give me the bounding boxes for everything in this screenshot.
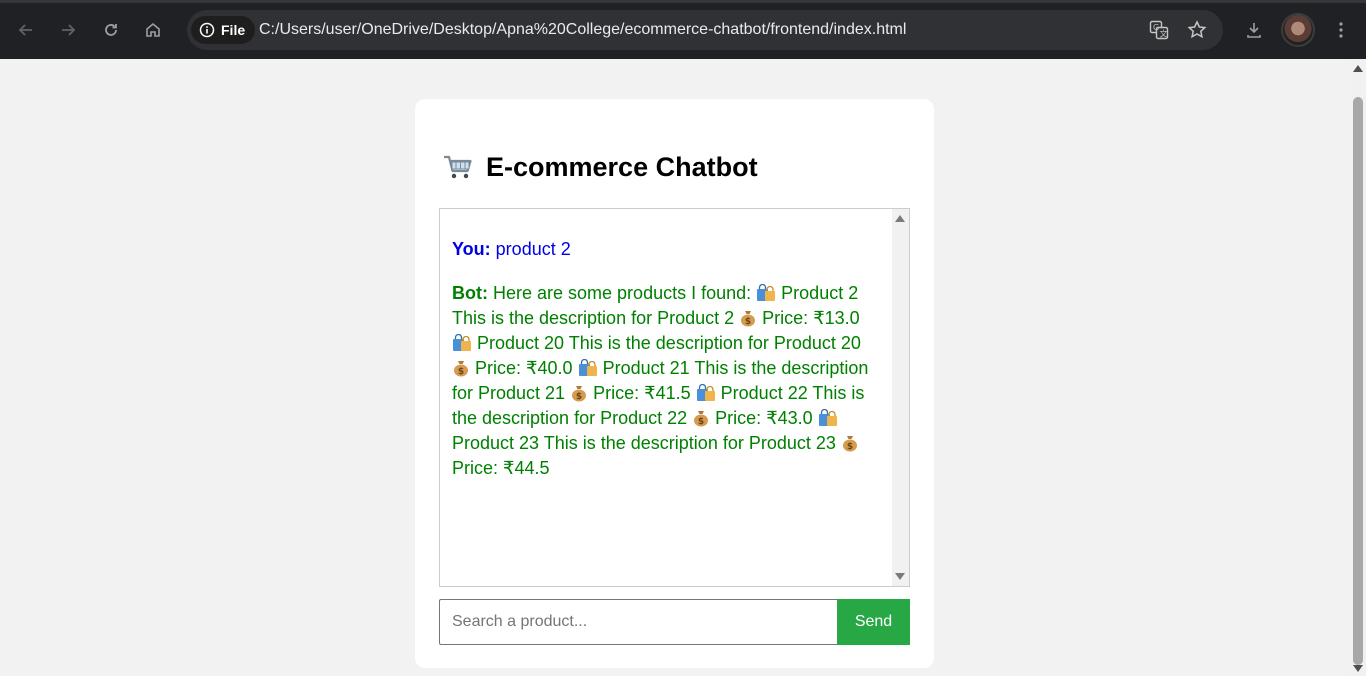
chat-messages-box[interactable]: You: product 2 Bot: Here are some produc… xyxy=(439,208,910,587)
shopping-bags-icon xyxy=(578,358,598,378)
bot-label: Bot: xyxy=(452,283,488,303)
home-button[interactable] xyxy=(141,18,165,42)
price-label: Price: xyxy=(715,408,762,428)
product-price: ₹40.0 xyxy=(526,358,573,378)
address-bar[interactable]: File C:/Users/user/OneDrive/Desktop/Apna… xyxy=(187,10,1223,50)
browser-toolbar: File C:/Users/user/OneDrive/Desktop/Apna… xyxy=(0,0,1366,59)
shopping-bags-icon xyxy=(696,383,716,403)
product-description: This is the description for Product 2 xyxy=(452,308,735,328)
product-name: Product 2 xyxy=(781,283,859,303)
product-price: ₹41.5 xyxy=(644,383,691,403)
star-icon xyxy=(1187,20,1207,39)
user-message: You: product 2 xyxy=(452,237,882,262)
chat-scroll-down-icon[interactable] xyxy=(895,573,905,580)
back-button[interactable] xyxy=(14,18,38,42)
download-icon xyxy=(1247,23,1261,38)
money-bag-icon: $ xyxy=(570,383,588,403)
product-name: Product 22 xyxy=(720,383,808,403)
scroll-down-arrow-icon[interactable] xyxy=(1353,665,1363,672)
translate-button[interactable]: G文 xyxy=(1147,18,1171,42)
product-name: Product 20 xyxy=(477,333,565,353)
scrollbar-thumb[interactable] xyxy=(1353,97,1363,665)
product-name: Product 23 xyxy=(452,433,540,453)
reload-button[interactable] xyxy=(99,18,123,42)
svg-text:G: G xyxy=(1153,23,1159,32)
svg-text:$: $ xyxy=(576,392,582,402)
info-icon xyxy=(199,22,215,38)
user-message-text: product 2 xyxy=(495,239,571,259)
price-label: Price: xyxy=(452,458,499,478)
product-name: Product 21 xyxy=(602,358,690,378)
reload-icon xyxy=(105,24,117,36)
price-label: Price: xyxy=(593,383,640,403)
shopping-bags-icon xyxy=(756,283,776,303)
file-label: File xyxy=(221,22,246,38)
home-icon xyxy=(146,22,160,37)
url-text[interactable]: C:/Users/user/OneDrive/Desktop/Apna%20Co… xyxy=(259,21,906,39)
money-bag-icon: $ xyxy=(452,358,470,378)
product-price: ₹44.5 xyxy=(503,458,550,478)
shopping-bags-icon xyxy=(452,333,472,353)
site-info-chip[interactable]: File xyxy=(191,16,256,44)
money-bag-icon: $ xyxy=(841,433,859,453)
send-button[interactable]: Send xyxy=(837,599,910,645)
menu-button[interactable] xyxy=(1329,18,1353,42)
product-description: This is the description for Product 23 xyxy=(543,433,836,453)
arrow-right-icon xyxy=(62,24,76,36)
chat-scrollbar[interactable] xyxy=(892,209,909,586)
bot-intro-text: Here are some products I found: xyxy=(493,283,752,303)
money-bag-icon: $ xyxy=(739,308,757,328)
downloads-button[interactable] xyxy=(1242,18,1266,42)
page-title: E-commerce Chatbot xyxy=(442,151,758,183)
forward-button[interactable] xyxy=(56,18,80,42)
message-list: You: product 2 Bot: Here are some produc… xyxy=(452,237,882,481)
svg-text:$: $ xyxy=(698,417,704,427)
bot-message: Bot: Here are some products I found: Pro… xyxy=(452,281,882,481)
scroll-up-arrow-icon[interactable] xyxy=(1353,65,1363,72)
shopping-cart-icon xyxy=(444,155,472,179)
product-description: This is the description for Product 20 xyxy=(568,333,861,353)
shopping-bags-icon xyxy=(818,408,838,428)
price-label: Price: xyxy=(475,358,522,378)
bookmark-button[interactable] xyxy=(1185,18,1209,42)
product-price: ₹43.0 xyxy=(766,408,813,428)
arrow-left-icon xyxy=(18,24,32,36)
svg-text:$: $ xyxy=(745,317,751,327)
translate-icon: G文 xyxy=(1149,20,1169,40)
kebab-menu-icon xyxy=(1339,22,1343,38)
tab-strip xyxy=(0,0,1366,3)
page-scrollbar[interactable] xyxy=(1350,59,1366,676)
svg-text:$: $ xyxy=(847,442,853,452)
search-input[interactable] xyxy=(439,599,838,645)
chat-scroll-up-icon[interactable] xyxy=(895,215,905,222)
user-label: You: xyxy=(452,239,491,259)
money-bag-icon: $ xyxy=(692,408,710,428)
profile-avatar[interactable] xyxy=(1281,13,1315,47)
svg-text:$: $ xyxy=(458,367,464,377)
price-label: Price: xyxy=(762,308,809,328)
svg-text:文: 文 xyxy=(1160,29,1168,39)
product-price: ₹13.0 xyxy=(813,308,860,328)
title-text: E-commerce Chatbot xyxy=(486,151,758,182)
